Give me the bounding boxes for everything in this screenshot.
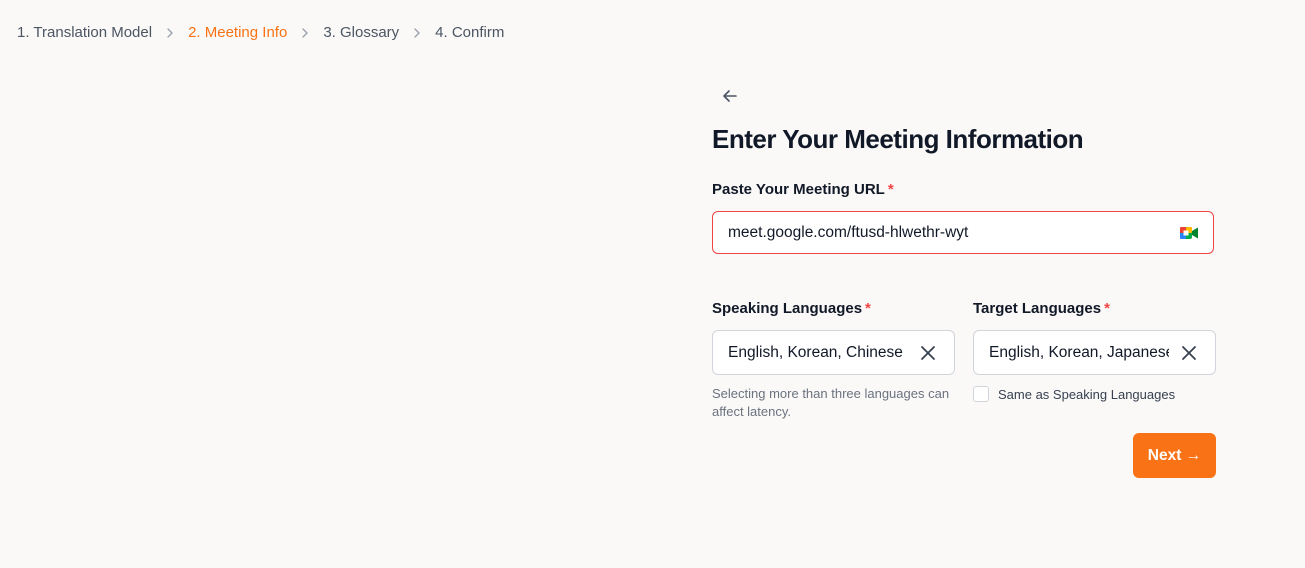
required-asterisk: * — [887, 181, 894, 198]
target-languages-value: English, Korean, Japanese — [989, 343, 1169, 361]
same-as-speaking-checkbox[interactable] — [973, 386, 989, 402]
back-arrow-icon[interactable] — [718, 84, 742, 108]
breadcrumb: 1. Translation Model 2. Meeting Info 3. … — [17, 24, 504, 41]
target-languages-label: Target Languages * — [973, 300, 1110, 317]
close-icon[interactable] — [919, 344, 937, 362]
close-icon[interactable] — [1180, 344, 1198, 362]
speaking-languages-value: English, Korean, Chinese — [728, 343, 903, 361]
chevron-right-icon — [399, 27, 435, 39]
required-asterisk: * — [865, 300, 871, 317]
chevron-right-icon — [152, 27, 188, 39]
breadcrumb-step-translation-model[interactable]: 1. Translation Model — [17, 24, 152, 41]
chevron-right-icon — [287, 27, 323, 39]
target-languages-select[interactable]: English, Korean, Japanese — [973, 330, 1216, 375]
breadcrumb-step-glossary[interactable]: 3. Glossary — [323, 24, 399, 41]
latency-helper-text: Selecting more than three languages can … — [712, 386, 950, 419]
speaking-languages-select[interactable]: English, Korean, Chinese — [712, 330, 955, 375]
meeting-url-input[interactable] — [728, 223, 1158, 242]
next-button[interactable]: Next → — [1133, 433, 1216, 478]
breadcrumb-step-meeting-info[interactable]: 2. Meeting Info — [188, 24, 287, 41]
speaking-languages-group: Speaking Languages * English, Korean, Chi… — [712, 300, 955, 419]
breadcrumb-step-confirm[interactable]: 4. Confirm — [435, 24, 504, 41]
page-title: Enter Your Meeting Information — [712, 124, 1084, 154]
speaking-languages-label: Speaking Languages * — [712, 300, 871, 317]
google-meet-icon — [1180, 227, 1198, 239]
same-as-speaking-label[interactable]: Same as Speaking Languages — [998, 387, 1175, 402]
meeting-url-label: Paste Your Meeting URL * — [712, 181, 894, 198]
same-as-speaking-row: Same as Speaking Languages — [973, 386, 1175, 402]
required-asterisk: * — [1104, 300, 1110, 317]
meeting-url-field — [712, 211, 1214, 254]
target-languages-group: Target Languages * English, Korean, Japan… — [973, 300, 1216, 402]
